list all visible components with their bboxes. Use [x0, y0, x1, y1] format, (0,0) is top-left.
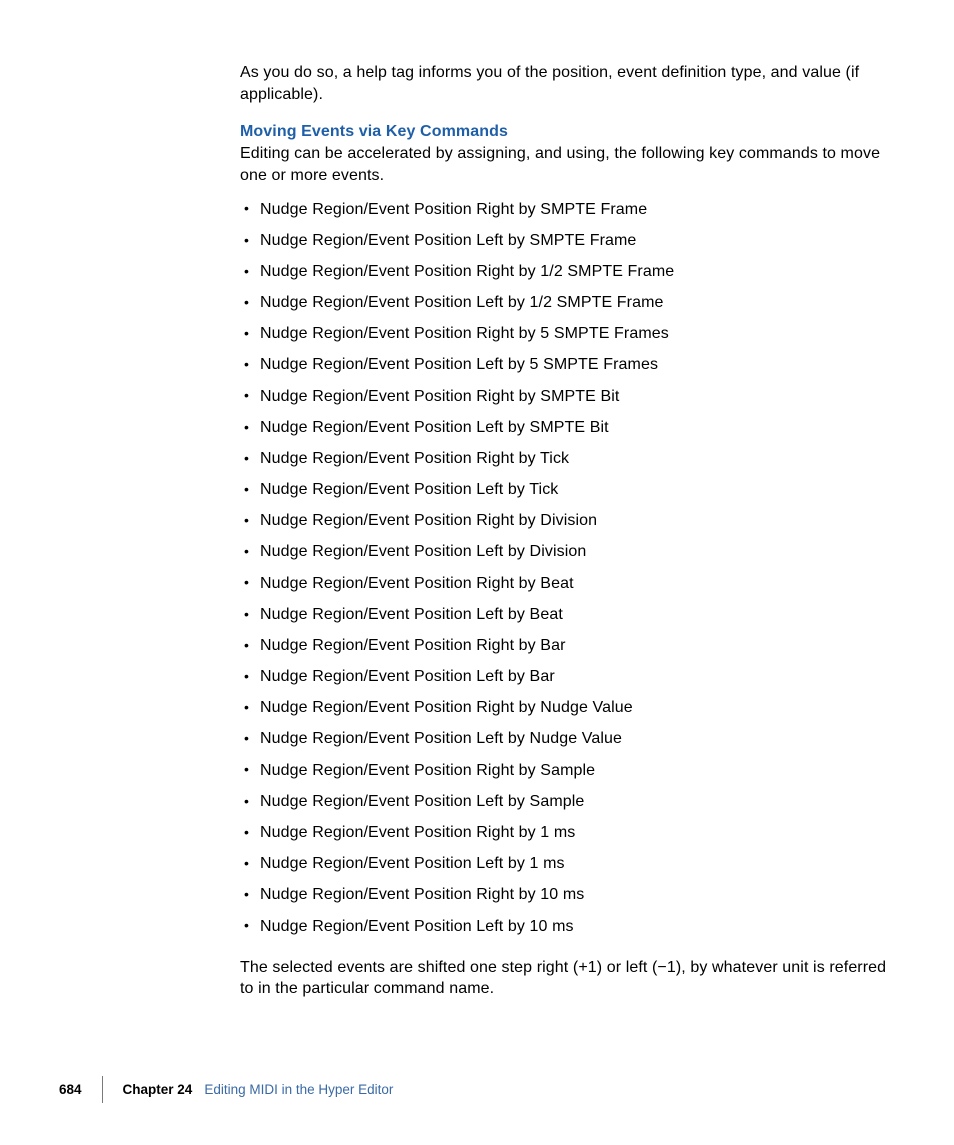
list-item: Nudge Region/Event Position Left by Beat: [252, 600, 889, 631]
list-item: Nudge Region/Event Position Right by 1 m…: [252, 818, 889, 849]
list-item: Nudge Region/Event Position Right by 5 S…: [252, 319, 889, 350]
list-item: Nudge Region/Event Position Left by Samp…: [252, 787, 889, 818]
bullet-list: Nudge Region/Event Position Right by SMP…: [240, 194, 889, 942]
subintro-paragraph: Editing can be accelerated by assigning,…: [240, 143, 889, 186]
list-item: Nudge Region/Event Position Left by Nudg…: [252, 724, 889, 755]
list-item: Nudge Region/Event Position Left by 1 ms: [252, 849, 889, 880]
list-item: Nudge Region/Event Position Left by Tick: [252, 475, 889, 506]
chapter-title: Editing MIDI in the Hyper Editor: [204, 1082, 393, 1097]
list-item: Nudge Region/Event Position Left by Divi…: [252, 537, 889, 568]
list-item: Nudge Region/Event Position Right by Div…: [252, 506, 889, 537]
list-item: Nudge Region/Event Position Right by Tic…: [252, 444, 889, 475]
list-item: Nudge Region/Event Position Left by SMPT…: [252, 226, 889, 257]
list-item: Nudge Region/Event Position Right by SMP…: [252, 381, 889, 412]
list-item: Nudge Region/Event Position Left by 1/2 …: [252, 288, 889, 319]
list-item: Nudge Region/Event Position Left by 5 SM…: [252, 350, 889, 381]
list-item: Nudge Region/Event Position Right by 10 …: [252, 880, 889, 911]
chapter-label: Chapter 24: [123, 1082, 193, 1097]
list-item: Nudge Region/Event Position Right by Nud…: [252, 693, 889, 724]
list-item: Nudge Region/Event Position Right by Bar: [252, 631, 889, 662]
outro-paragraph: The selected events are shifted one step…: [240, 957, 889, 1000]
page-number: 684: [59, 1082, 82, 1097]
intro-paragraph: As you do so, a help tag informs you of …: [240, 62, 889, 105]
list-item: Nudge Region/Event Position Left by Bar: [252, 662, 889, 693]
list-item: Nudge Region/Event Position Right by 1/2…: [252, 257, 889, 288]
document-page: As you do so, a help tag informs you of …: [0, 0, 954, 1145]
list-item: Nudge Region/Event Position Left by 10 m…: [252, 911, 889, 942]
list-item: Nudge Region/Event Position Right by SMP…: [252, 194, 889, 225]
list-item: Nudge Region/Event Position Right by Sam…: [252, 755, 889, 786]
section-heading: Moving Events via Key Commands: [240, 123, 889, 141]
page-footer: 684 Chapter 24 Editing MIDI in the Hyper…: [0, 1076, 954, 1103]
list-item: Nudge Region/Event Position Left by SMPT…: [252, 413, 889, 444]
list-item: Nudge Region/Event Position Right by Bea…: [252, 568, 889, 599]
footer-divider: [102, 1076, 103, 1103]
